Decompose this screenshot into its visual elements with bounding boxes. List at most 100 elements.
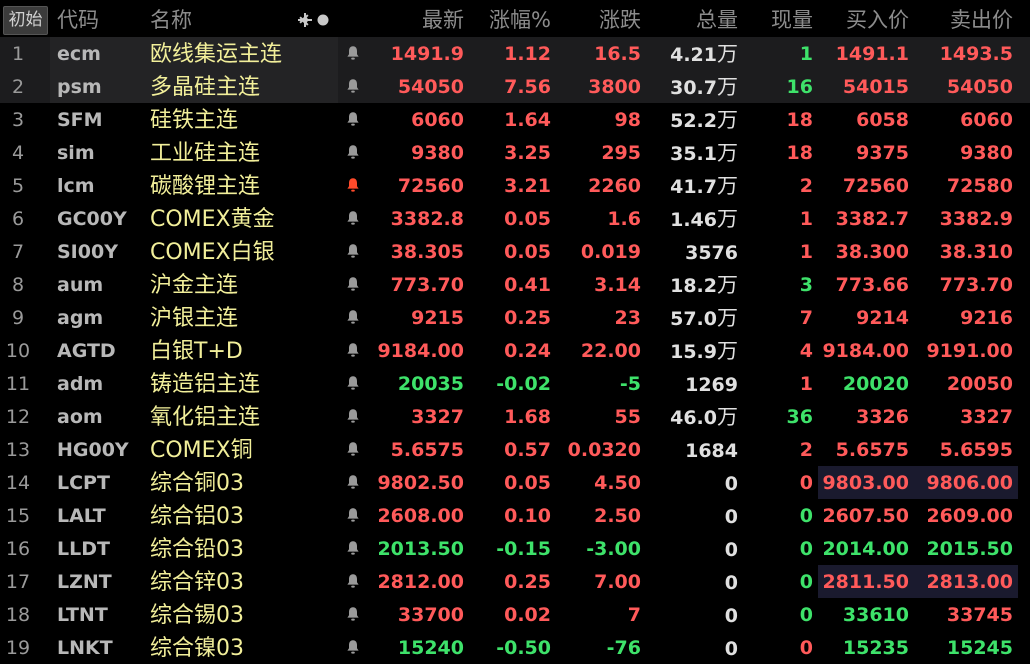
alert-bell-icon[interactable] <box>346 334 368 367</box>
table-row[interactable]: 5 lcm 碳酸锂主连 72560 3.21 2260 41.7万 2 72560 72580 <box>0 169 1030 202</box>
table-row[interactable]: 1 ecm 欧线集运主连 1491.9 1.12 16.5 4.21万 1 1491.1 1493… <box>0 37 1030 70</box>
alert-bell-active-icon[interactable] <box>346 169 368 202</box>
column-chg[interactable]: 涨跌 <box>560 0 641 37</box>
symbol-name[interactable]: 综合铅03 <box>150 532 340 565</box>
column-bid[interactable]: 买入价 <box>818 0 909 37</box>
reset-button[interactable]: 初始 <box>3 6 48 35</box>
alert-bell-icon[interactable] <box>346 499 368 532</box>
column-pct[interactable]: 涨幅% <box>472 0 551 37</box>
table-row[interactable]: 19 LNKT 综合镍03 15240 -0.50 -76 0 0 15235 15245 <box>0 631 1030 664</box>
alert-bell-icon[interactable] <box>346 466 368 499</box>
symbol-name[interactable]: 多晶硅主连 <box>150 70 340 103</box>
symbol-name[interactable]: 沪银主连 <box>150 301 340 334</box>
volume-unit: 万 <box>717 174 738 198</box>
column-settings-icon[interactable] <box>298 13 330 27</box>
table-row[interactable]: 2 psm 多晶硅主连 54050 7.56 3800 30.7万 16 54015 54050 <box>0 70 1030 103</box>
alert-bell-icon[interactable] <box>346 532 368 565</box>
change-percent: 1.12 <box>504 43 551 65</box>
table-row[interactable]: 12 aom 氧化铝主连 3327 1.68 55 46.0万 36 3326 3327 <box>0 400 1030 433</box>
symbol-code[interactable]: SI00Y <box>57 235 142 268</box>
alert-bell-icon[interactable] <box>346 70 368 103</box>
symbol-code[interactable]: aom <box>57 400 142 433</box>
alert-bell-icon[interactable] <box>346 433 368 466</box>
table-row[interactable]: 7 SI00Y COMEX白银 38.305 0.05 0.019 3576 1 38.300 3… <box>0 235 1030 268</box>
alert-bell-icon[interactable] <box>346 400 368 433</box>
alert-bell-icon[interactable] <box>346 202 368 235</box>
change-value: 0.019 <box>580 241 641 263</box>
symbol-name[interactable]: 铸造铝主连 <box>150 367 340 400</box>
alert-bell-icon[interactable] <box>346 103 368 136</box>
alert-bell-icon[interactable] <box>346 631 368 664</box>
table-row[interactable]: 16 LLDT 综合铅03 2013.50 -0.15 -3.00 0 0 2014.00 201… <box>0 532 1030 565</box>
table-row[interactable]: 13 HG00Y COMEX铜 5.6575 0.57 0.0320 1684 2 5.6575… <box>0 433 1030 466</box>
symbol-code[interactable]: sim <box>57 136 142 169</box>
symbol-name[interactable]: 综合铝03 <box>150 499 340 532</box>
table-row[interactable]: 9 agm 沪银主连 9215 0.25 23 57.0万 7 9214 9216 <box>0 301 1030 334</box>
symbol-name[interactable]: COMEX黄金 <box>150 202 340 235</box>
table-row[interactable]: 6 GC00Y COMEX黄金 3382.8 0.05 1.6 1.46万 1 3382.7 33… <box>0 202 1030 235</box>
symbol-code[interactable]: AGTD <box>57 334 142 367</box>
symbol-code[interactable]: lcm <box>57 169 142 202</box>
table-row[interactable]: 3 SFM 硅铁主连 6060 1.64 98 52.2万 18 6058 6060 <box>0 103 1030 136</box>
symbol-code[interactable]: LCPT <box>57 466 142 499</box>
symbol-code[interactable]: LTNT <box>57 598 142 631</box>
symbol-name[interactable]: 沪金主连 <box>150 268 340 301</box>
total-volume: 0 <box>648 631 738 664</box>
column-name[interactable]: 名称 <box>150 0 230 37</box>
symbol-name[interactable]: COMEX白银 <box>150 235 340 268</box>
symbol-name[interactable]: 硅铁主连 <box>150 103 340 136</box>
symbol-code[interactable]: GC00Y <box>57 202 142 235</box>
table-row[interactable]: 10 AGTD 白银T+D 9184.00 0.24 22.00 15.9万 4 9184.00… <box>0 334 1030 367</box>
volume-value: 3576 <box>685 242 738 264</box>
alert-bell-icon[interactable] <box>346 565 368 598</box>
row-index: 10 <box>5 340 31 362</box>
symbol-code[interactable]: LLDT <box>57 532 142 565</box>
table-row[interactable]: 15 LALT 综合铝03 2608.00 0.10 2.50 0 0 2607.50 2609.… <box>0 499 1030 532</box>
alert-bell-icon[interactable] <box>346 598 368 631</box>
alert-bell-icon[interactable] <box>346 367 368 400</box>
column-code[interactable]: 代码 <box>57 0 137 37</box>
symbol-code[interactable]: ecm <box>57 37 142 70</box>
table-row[interactable]: 11 adm 铸造铝主连 20035 -0.02 -5 1269 1 20020 20050 <box>0 367 1030 400</box>
row-index: 12 <box>5 406 31 428</box>
symbol-code[interactable]: SFM <box>57 103 142 136</box>
column-ask[interactable]: 卖出价 <box>914 0 1013 37</box>
alert-bell-icon[interactable] <box>346 301 368 334</box>
alert-bell-icon[interactable] <box>346 37 368 70</box>
table-row[interactable]: 17 LZNT 综合锌03 2812.00 0.25 7.00 0 0 2811.50 2813.… <box>0 565 1030 598</box>
symbol-code[interactable]: HG00Y <box>57 433 142 466</box>
table-row[interactable]: 4 sim 工业硅主连 9380 3.25 295 35.1万 18 9375 9380 <box>0 136 1030 169</box>
symbol-name[interactable]: 综合铜03 <box>150 466 340 499</box>
symbol-code[interactable]: aum <box>57 268 142 301</box>
symbol-name[interactable]: 欧线集运主连 <box>150 37 340 70</box>
alert-bell-icon[interactable] <box>346 136 368 169</box>
symbol-code[interactable]: adm <box>57 367 142 400</box>
bid-price: 38.300 <box>835 241 909 263</box>
symbol-code[interactable]: LNKT <box>57 631 142 664</box>
symbol-name[interactable]: 综合镍03 <box>150 631 340 664</box>
alert-bell-icon[interactable] <box>346 235 368 268</box>
symbol-code[interactable]: LZNT <box>57 565 142 598</box>
symbol-code[interactable]: agm <box>57 301 142 334</box>
table-row[interactable]: 8 aum 沪金主连 773.70 0.41 3.14 18.2万 3 773.66 773.70 <box>0 268 1030 301</box>
table-row[interactable]: 14 LCPT 综合铜03 9802.50 0.05 4.50 0 0 9803.00 9806.… <box>0 466 1030 499</box>
last-price: 3327 <box>411 406 464 428</box>
change-value: 98 <box>614 109 641 131</box>
symbol-name[interactable]: COMEX铜 <box>150 433 340 466</box>
symbol-name[interactable]: 白银T+D <box>150 334 340 367</box>
symbol-code[interactable]: LALT <box>57 499 142 532</box>
symbol-name[interactable]: 碳酸锂主连 <box>150 169 340 202</box>
column-last[interactable]: 最新 <box>370 0 464 37</box>
symbol-code[interactable]: psm <box>57 70 142 103</box>
symbol-name[interactable]: 综合锌03 <box>150 565 340 598</box>
symbol-name[interactable]: 氧化铝主连 <box>150 400 340 433</box>
column-volume[interactable]: 总量 <box>648 0 738 37</box>
volume-value: 41.7 <box>670 176 717 198</box>
alert-bell-icon[interactable] <box>346 268 368 301</box>
symbol-name[interactable]: 工业硅主连 <box>150 136 340 169</box>
symbol-name[interactable]: 综合锡03 <box>150 598 340 631</box>
volume-value: 0 <box>724 638 738 660</box>
table-row[interactable]: 18 LTNT 综合锡03 33700 0.02 7 0 0 33610 33745 <box>0 598 1030 631</box>
total-volume: 1269 <box>648 367 738 400</box>
column-current-volume[interactable]: 现量 <box>744 0 813 37</box>
